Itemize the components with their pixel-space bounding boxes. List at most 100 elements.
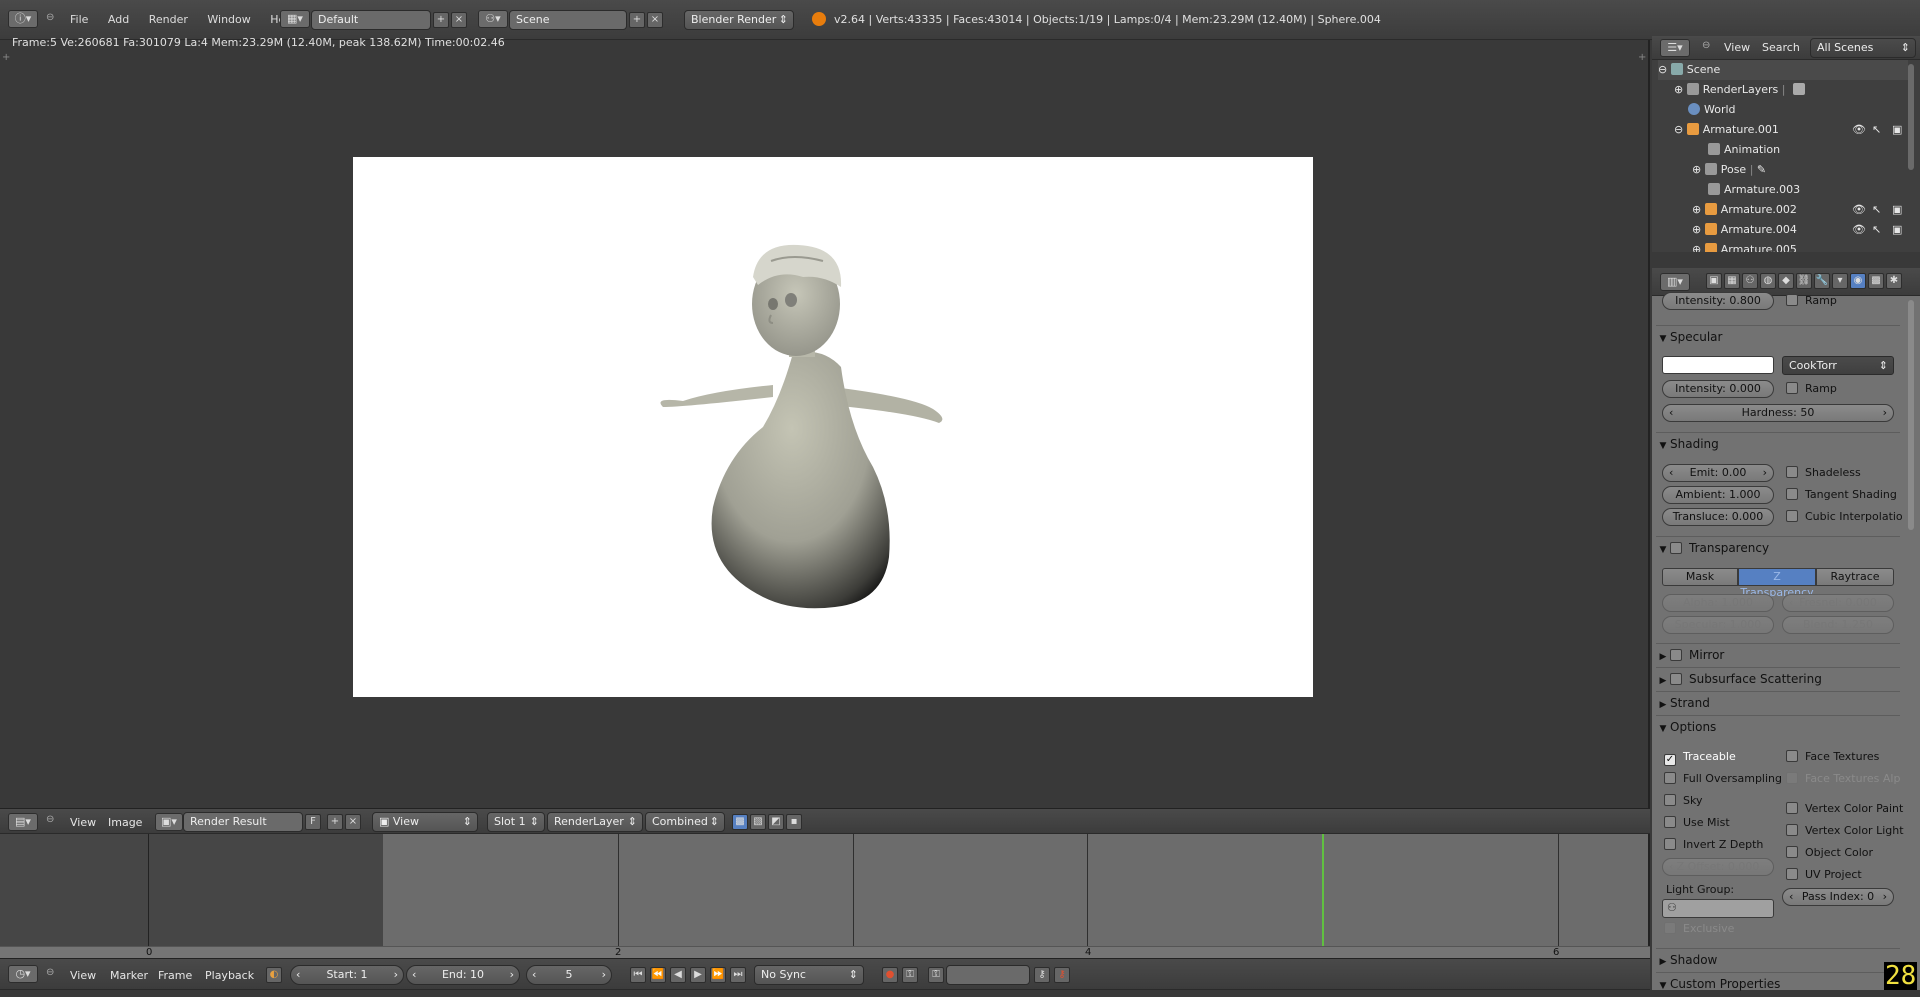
vertex-color-paint-checkbox[interactable]: Vertex Color Paint bbox=[1786, 801, 1903, 817]
delete-keyframe-icon[interactable]: ⚷ bbox=[1054, 967, 1070, 983]
face-textures-checkbox[interactable]: Face Textures bbox=[1786, 749, 1879, 765]
timeline-menu-view[interactable]: View bbox=[70, 969, 96, 982]
render-layers-tab-icon[interactable]: ▦ bbox=[1724, 273, 1740, 289]
arrow-left-icon[interactable]: ‹ bbox=[532, 966, 536, 984]
outliner-item-renderlayers[interactable]: ⊕ RenderLayers | bbox=[1674, 80, 1904, 100]
outliner-item-pose[interactable]: ⊕ Pose | ✎ bbox=[1692, 160, 1920, 180]
render-camera-icon[interactable]: ▣ bbox=[1892, 123, 1902, 136]
select-cursor-icon[interactable]: ↖ bbox=[1872, 223, 1881, 236]
jump-next-keyframe-icon[interactable]: ⏩ bbox=[710, 967, 726, 983]
transluce-field[interactable]: Transluce: 0.000 bbox=[1662, 508, 1774, 526]
menu-file[interactable]: File bbox=[62, 1, 96, 39]
outliner-item-world[interactable]: World bbox=[1688, 100, 1918, 120]
traceable-checkbox[interactable]: ✓ Traceable bbox=[1664, 749, 1736, 766]
shadeless-checkbox[interactable]: Shadeless bbox=[1786, 465, 1861, 481]
panel-specular[interactable]: ▼ Specular bbox=[1656, 325, 1900, 347]
new-image-button[interactable]: + bbox=[327, 814, 343, 830]
end-frame-field[interactable]: ‹ End: 10 › bbox=[406, 965, 520, 985]
image-name-field[interactable]: Render Result bbox=[183, 812, 303, 832]
texture-tab-icon[interactable]: ▩ bbox=[1868, 273, 1884, 289]
render-tab-icon[interactable]: ▣ bbox=[1706, 273, 1722, 289]
object-color-checkbox[interactable]: Object Color bbox=[1786, 845, 1873, 861]
use-mist-checkbox[interactable]: Use Mist bbox=[1664, 815, 1730, 831]
arrow-left-icon[interactable]: ‹ bbox=[1669, 859, 1673, 875]
diffuse-intensity-field[interactable]: Intensity: 0.800 bbox=[1662, 292, 1774, 310]
select-cursor-icon[interactable]: ↖ bbox=[1872, 123, 1881, 136]
alpha-field[interactable]: Alpha: 1.000 bbox=[1662, 594, 1774, 612]
timeline-menu-marker[interactable]: Marker bbox=[110, 969, 148, 982]
insert-keyframe-icon[interactable]: ⚷ bbox=[1034, 967, 1050, 983]
play-icon[interactable]: ▶ bbox=[690, 967, 706, 983]
diffuse-ramp-checkbox[interactable]: Ramp bbox=[1786, 293, 1837, 309]
corner-plus-icon[interactable]: + bbox=[2, 52, 10, 63]
timeline-area[interactable] bbox=[0, 834, 1650, 958]
arrow-left-icon[interactable]: ‹ bbox=[1669, 405, 1673, 421]
add-scene-button[interactable]: + bbox=[629, 12, 645, 28]
pass-index-field[interactable]: ‹ Pass Index: 0 › bbox=[1782, 888, 1894, 906]
outliner-item-scene[interactable]: ⊖ Scene bbox=[1658, 60, 1908, 80]
transparency-enable-checkbox[interactable] bbox=[1670, 542, 1682, 554]
editor-type-properties-icon[interactable]: ▥▾ bbox=[1660, 273, 1690, 291]
visibility-eye-icon[interactable]: 👁 bbox=[1852, 203, 1866, 216]
collapse-menu-icon[interactable]: ⊖ bbox=[46, 814, 54, 825]
outliner-item-armature-004[interactable]: ⊕ Armature.004 bbox=[1692, 220, 1920, 240]
panel-transparency[interactable]: ▼ Transparency bbox=[1656, 536, 1900, 558]
light-group-field[interactable]: ⚇ bbox=[1662, 899, 1774, 918]
properties-scrollbar[interactable] bbox=[1908, 300, 1914, 530]
specular-shader-select[interactable]: CookTorr ⇕ bbox=[1782, 356, 1894, 375]
display-mode-select[interactable]: All Scenes ⇕ bbox=[1810, 38, 1916, 58]
arrow-right-icon[interactable]: › bbox=[1883, 889, 1887, 905]
menu-add[interactable]: Add bbox=[100, 1, 137, 39]
timeline-menu-frame[interactable]: Frame bbox=[158, 969, 192, 982]
image-menu-view[interactable]: View bbox=[70, 816, 96, 829]
sss-enable-checkbox[interactable] bbox=[1670, 673, 1682, 685]
keying-set-browse-icon[interactable]: ⚿ bbox=[928, 967, 944, 983]
specular-alpha-field[interactable]: Specular: 1.000 bbox=[1662, 616, 1774, 634]
editor-type-timeline-icon[interactable]: ◷▾ bbox=[8, 965, 38, 983]
full-oversampling-checkbox[interactable]: Full Oversampling bbox=[1664, 771, 1782, 787]
render-camera-icon[interactable]: ▣ bbox=[1892, 203, 1902, 216]
keying-set-icon[interactable]: ⚿ bbox=[902, 967, 918, 983]
render-result-image[interactable] bbox=[353, 157, 1313, 697]
image-menu-image[interactable]: Image bbox=[108, 816, 142, 829]
outliner-tree[interactable]: ⊖ Scene ⊕ RenderLayers | World ⊖ Armatur… bbox=[1652, 60, 1920, 252]
slot-select[interactable]: Slot 1 ⇕ bbox=[487, 812, 545, 832]
visibility-eye-icon[interactable]: 👁 bbox=[1852, 123, 1866, 136]
remove-layout-button[interactable]: × bbox=[451, 12, 467, 28]
visibility-eye-icon[interactable]: 👁 bbox=[1852, 223, 1866, 236]
panel-subsurface-scattering[interactable]: ▶ Subsurface Scattering bbox=[1656, 667, 1900, 689]
panel-custom-properties[interactable]: ▼ Custom Properties bbox=[1656, 972, 1900, 994]
draw-rgba-icon[interactable]: ▩ bbox=[732, 814, 748, 830]
jump-start-icon[interactable]: ⏮ bbox=[630, 967, 646, 983]
invert-z-depth-checkbox[interactable]: Invert Z Depth bbox=[1664, 837, 1763, 853]
outliner-item-armature-005[interactable]: ⊕ Armature.005 bbox=[1692, 240, 1920, 252]
ambient-field[interactable]: Ambient: 1.000 bbox=[1662, 486, 1774, 504]
transparency-mode-z[interactable]: Z Transparency bbox=[1738, 568, 1816, 599]
panel-mirror[interactable]: ▶ Mirror bbox=[1656, 643, 1900, 665]
arrow-left-icon[interactable]: ‹ bbox=[1669, 465, 1673, 481]
transparency-mode-raytrace[interactable]: Raytrace bbox=[1816, 568, 1894, 586]
specular-intensity-field[interactable]: Intensity: 0.000 bbox=[1662, 380, 1774, 398]
face-textures-alpha-checkbox[interactable]: Face Textures Alp bbox=[1786, 771, 1900, 787]
view-mode-select[interactable]: ▣ View ⇕ bbox=[372, 812, 478, 832]
modifiers-tab-icon[interactable]: 🔧 bbox=[1814, 273, 1830, 289]
menu-window[interactable]: Window bbox=[199, 1, 258, 39]
jump-end-icon[interactable]: ⏭ bbox=[730, 967, 746, 983]
image-browse-icon[interactable]: ▣▾ bbox=[155, 813, 183, 831]
specular-color-swatch[interactable] bbox=[1662, 356, 1774, 374]
arrow-left-icon[interactable]: ‹ bbox=[1789, 595, 1793, 611]
sync-mode-select[interactable]: No Sync ⇕ bbox=[754, 965, 864, 985]
preview-range-icon[interactable]: ◐ bbox=[266, 967, 282, 983]
z-offset-field[interactable]: ‹ Z Offset: 0.000 bbox=[1662, 858, 1774, 876]
fresnel-field[interactable]: ‹ Fresnel: 0.000 bbox=[1782, 594, 1894, 612]
object-tab-icon[interactable]: ◆ bbox=[1778, 273, 1794, 289]
particles-tab-icon[interactable]: ✱ bbox=[1886, 273, 1902, 289]
start-frame-field[interactable]: ‹ Start: 1 › bbox=[290, 965, 404, 985]
fake-user-button[interactable]: F bbox=[305, 814, 321, 830]
draw-rgb-icon[interactable]: ▧ bbox=[750, 814, 766, 830]
arrow-left-icon[interactable]: ‹ bbox=[1789, 889, 1793, 905]
editor-type-image-icon[interactable]: ▤▾ bbox=[8, 813, 38, 831]
outliner-item-animation[interactable]: Animation bbox=[1708, 140, 1920, 160]
scene-tab-icon[interactable]: ⚇ bbox=[1742, 273, 1758, 289]
panel-shadow[interactable]: ▶ Shadow bbox=[1656, 948, 1900, 970]
